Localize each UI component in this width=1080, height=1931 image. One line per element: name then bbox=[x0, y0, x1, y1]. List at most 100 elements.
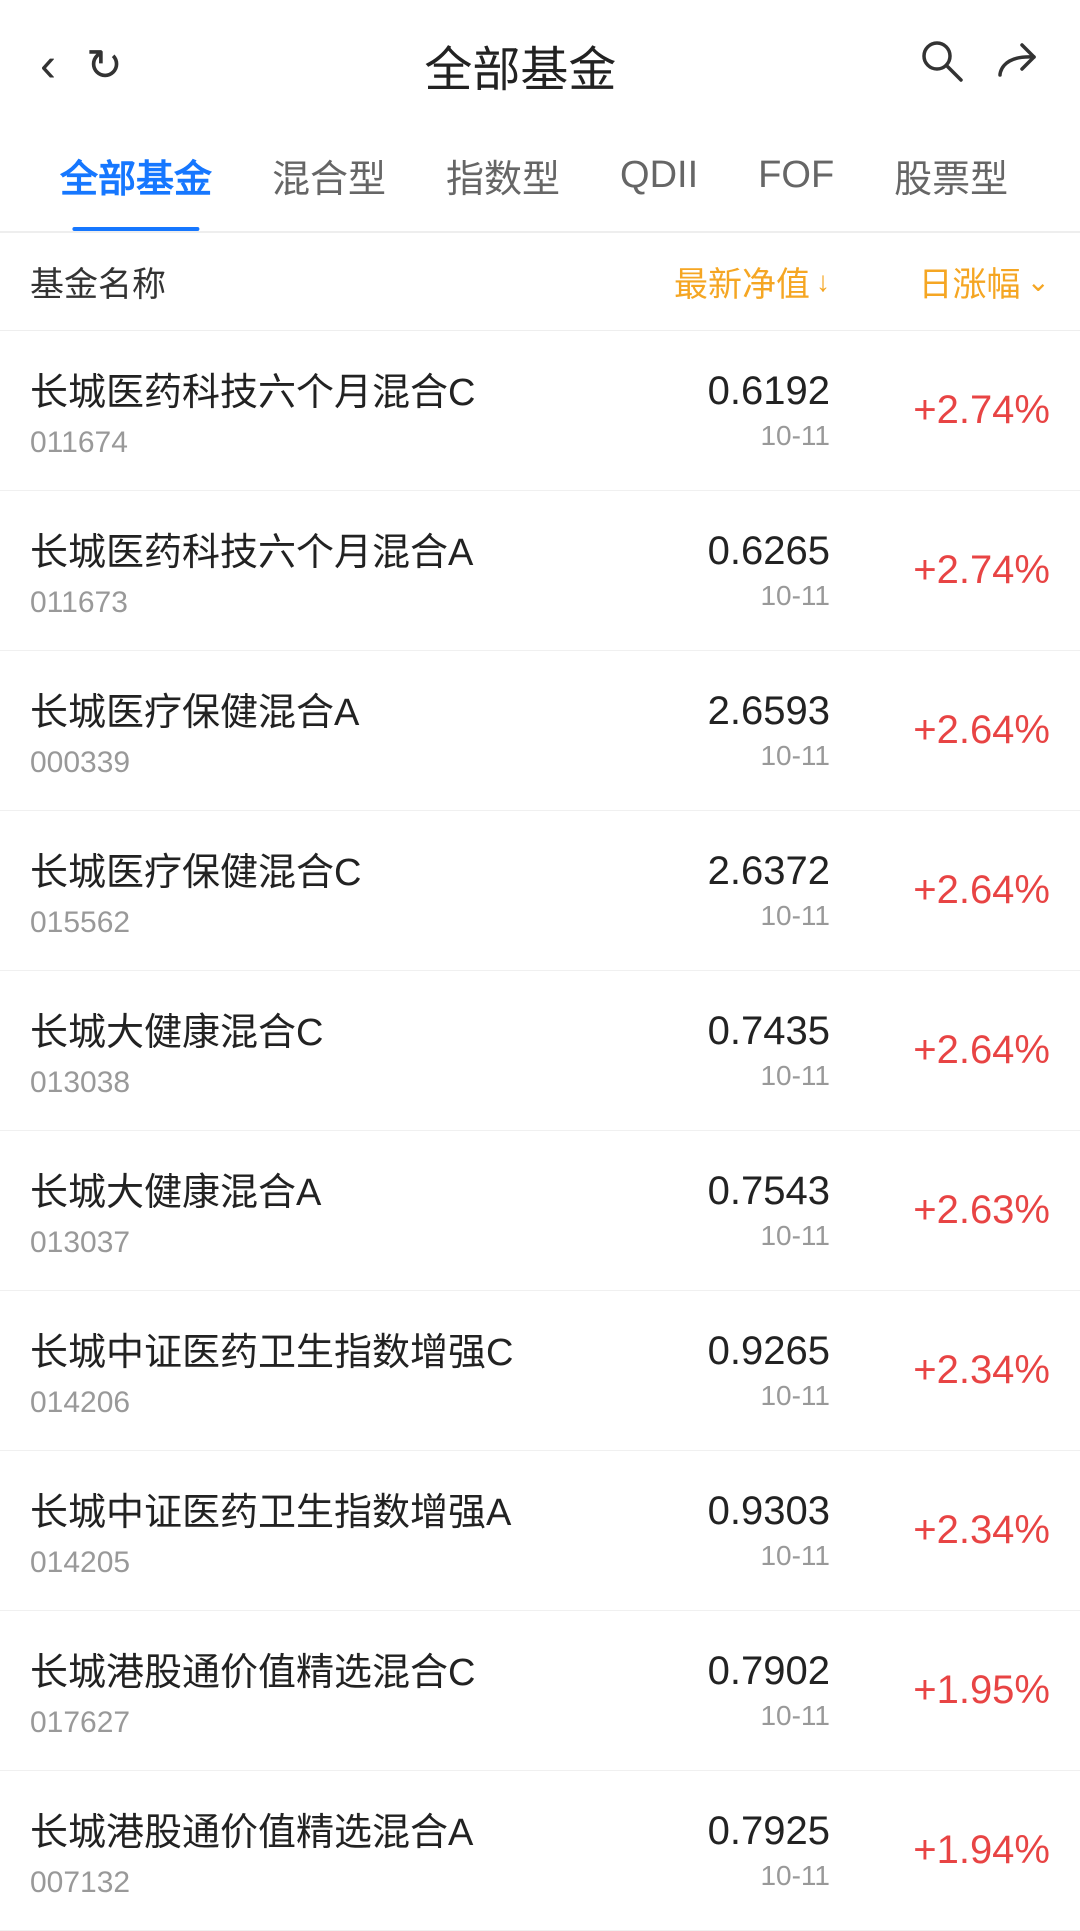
fund-info: 长城大健康混合C 013038 bbox=[30, 1001, 570, 1100]
nav-left: ‹ ↻ bbox=[40, 38, 123, 93]
fund-nav-date: 10-11 bbox=[570, 740, 830, 772]
fund-info: 长城医疗保健混合A 000339 bbox=[30, 681, 570, 780]
fund-info: 长城港股通价值精选混合A 007132 bbox=[30, 1801, 570, 1900]
fund-info: 长城医药科技六个月混合C 011674 bbox=[30, 361, 570, 460]
table-row[interactable]: 长城中证医药卫生指数增强C 014206 0.9265 10-11 +2.34% bbox=[0, 1291, 1080, 1451]
tab-fof[interactable]: FOF bbox=[728, 126, 864, 225]
fund-change-col: +2.34% bbox=[830, 1508, 1050, 1553]
fund-nav-col: 0.7925 10-11 bbox=[570, 1809, 830, 1892]
fund-change: +2.63% bbox=[913, 1188, 1050, 1232]
tab-all[interactable]: 全部基金 bbox=[30, 120, 242, 231]
table-row[interactable]: 长城医疗保健混合C 015562 2.6372 10-11 +2.64% bbox=[0, 811, 1080, 971]
table-row[interactable]: 长城医疗保健混合A 000339 2.6593 10-11 +2.64% bbox=[0, 651, 1080, 811]
share-icon[interactable] bbox=[994, 37, 1040, 94]
tab-index[interactable]: 指数型 bbox=[416, 120, 590, 231]
col-nav-header[interactable]: 最新净值 ↓ bbox=[570, 257, 830, 306]
tab-bar: 全部基金 混合型 指数型 QDII FOF 股票型 bbox=[0, 120, 1080, 233]
fund-nav-value: 0.7925 bbox=[570, 1809, 830, 1854]
fund-nav-date: 10-11 bbox=[570, 1540, 830, 1572]
fund-nav-col: 0.9303 10-11 bbox=[570, 1489, 830, 1572]
fund-change-col: +2.63% bbox=[830, 1188, 1050, 1233]
back-icon[interactable]: ‹ bbox=[40, 38, 56, 93]
page-title: 全部基金 bbox=[123, 30, 918, 100]
fund-change: +1.95% bbox=[913, 1668, 1050, 1712]
fund-nav-value: 0.7543 bbox=[570, 1169, 830, 1214]
fund-code: 017627 bbox=[30, 1706, 570, 1740]
nav-sort-icon: ↓ bbox=[816, 266, 830, 298]
table-row[interactable]: 长城港股通价值精选混合C 017627 0.7902 10-11 +1.95% bbox=[0, 1611, 1080, 1771]
fund-nav-col: 0.6192 10-11 bbox=[570, 369, 830, 452]
fund-nav-value: 2.6372 bbox=[570, 849, 830, 894]
fund-name: 长城中证医药卫生指数增强C bbox=[30, 1321, 570, 1376]
fund-name: 长城大健康混合A bbox=[30, 1161, 570, 1216]
search-icon[interactable] bbox=[918, 37, 964, 94]
fund-code: 014205 bbox=[30, 1546, 570, 1580]
fund-name: 长城医药科技六个月混合A bbox=[30, 521, 570, 576]
table-row[interactable]: 长城港股通价值精选混合A 007132 0.7925 10-11 +1.94% bbox=[0, 1771, 1080, 1931]
fund-info: 长城中证医药卫生指数增强A 014205 bbox=[30, 1481, 570, 1580]
fund-name: 长城医药科技六个月混合C bbox=[30, 361, 570, 416]
fund-change: +2.74% bbox=[913, 388, 1050, 432]
fund-change: +2.74% bbox=[913, 548, 1050, 592]
fund-nav-col: 0.7902 10-11 bbox=[570, 1649, 830, 1732]
fund-change-col: +2.64% bbox=[830, 1028, 1050, 1073]
fund-change-col: +2.64% bbox=[830, 868, 1050, 913]
fund-nav-col: 0.6265 10-11 bbox=[570, 529, 830, 612]
fund-nav-col: 0.7543 10-11 bbox=[570, 1169, 830, 1252]
fund-name: 长城大健康混合C bbox=[30, 1001, 570, 1056]
tab-stock[interactable]: 股票型 bbox=[864, 120, 1038, 231]
table-row[interactable]: 长城中证医药卫生指数增强A 014205 0.9303 10-11 +2.34% bbox=[0, 1451, 1080, 1611]
fund-info: 长城中证医药卫生指数增强C 014206 bbox=[30, 1321, 570, 1420]
fund-nav-col: 2.6372 10-11 bbox=[570, 849, 830, 932]
fund-nav-value: 0.7435 bbox=[570, 1009, 830, 1054]
fund-change: +2.34% bbox=[913, 1508, 1050, 1552]
tab-mixed[interactable]: 混合型 bbox=[242, 120, 416, 231]
fund-nav-col: 2.6593 10-11 bbox=[570, 689, 830, 772]
table-row[interactable]: 长城医药科技六个月混合C 011674 0.6192 10-11 +2.74% bbox=[0, 331, 1080, 491]
change-sort-icon: ⌄ bbox=[1027, 265, 1050, 298]
fund-code: 007132 bbox=[30, 1866, 570, 1900]
fund-code: 015562 bbox=[30, 906, 570, 940]
fund-code: 000339 bbox=[30, 746, 570, 780]
fund-info: 长城港股通价值精选混合C 017627 bbox=[30, 1641, 570, 1740]
fund-change-col: +2.34% bbox=[830, 1348, 1050, 1393]
fund-name: 长城港股通价值精选混合A bbox=[30, 1801, 570, 1856]
table-header: 基金名称 最新净值 ↓ 日涨幅 ⌄ bbox=[0, 233, 1080, 331]
fund-code: 013038 bbox=[30, 1066, 570, 1100]
fund-change: +1.94% bbox=[913, 1828, 1050, 1872]
nav-bar: ‹ ↻ 全部基金 bbox=[0, 0, 1080, 120]
fund-name: 长城医疗保健混合C bbox=[30, 841, 570, 896]
fund-name: 长城医疗保健混合A bbox=[30, 681, 570, 736]
fund-nav-date: 10-11 bbox=[570, 1860, 830, 1892]
col-name-header: 基金名称 bbox=[30, 257, 570, 306]
fund-nav-value: 2.6593 bbox=[570, 689, 830, 734]
fund-change-col: +1.94% bbox=[830, 1828, 1050, 1873]
fund-nav-value: 0.6265 bbox=[570, 529, 830, 574]
table-row[interactable]: 长城大健康混合C 013038 0.7435 10-11 +2.64% bbox=[0, 971, 1080, 1131]
fund-name: 长城中证医药卫生指数增强A bbox=[30, 1481, 570, 1536]
fund-nav-date: 10-11 bbox=[570, 1380, 830, 1412]
nav-right bbox=[918, 37, 1040, 94]
tab-qdii[interactable]: QDII bbox=[590, 126, 728, 225]
fund-list: 长城医药科技六个月混合C 011674 0.6192 10-11 +2.74% … bbox=[0, 331, 1080, 1931]
refresh-icon[interactable]: ↻ bbox=[86, 40, 123, 91]
fund-code: 011673 bbox=[30, 586, 570, 620]
fund-code: 014206 bbox=[30, 1386, 570, 1420]
fund-info: 长城医药科技六个月混合A 011673 bbox=[30, 521, 570, 620]
fund-nav-value: 0.9265 bbox=[570, 1329, 830, 1374]
fund-info: 长城大健康混合A 013037 bbox=[30, 1161, 570, 1260]
fund-code: 013037 bbox=[30, 1226, 570, 1260]
fund-change-col: +2.64% bbox=[830, 708, 1050, 753]
fund-code: 011674 bbox=[30, 426, 570, 460]
table-row[interactable]: 长城大健康混合A 013037 0.7543 10-11 +2.63% bbox=[0, 1131, 1080, 1291]
fund-nav-col: 0.7435 10-11 bbox=[570, 1009, 830, 1092]
fund-nav-date: 10-11 bbox=[570, 1700, 830, 1732]
col-change-header[interactable]: 日涨幅 ⌄ bbox=[830, 257, 1050, 306]
fund-change: +2.64% bbox=[913, 708, 1050, 752]
fund-nav-col: 0.9265 10-11 bbox=[570, 1329, 830, 1412]
table-row[interactable]: 长城医药科技六个月混合A 011673 0.6265 10-11 +2.74% bbox=[0, 491, 1080, 651]
fund-change-col: +1.95% bbox=[830, 1668, 1050, 1713]
fund-info: 长城医疗保健混合C 015562 bbox=[30, 841, 570, 940]
fund-nav-value: 0.6192 bbox=[570, 369, 830, 414]
fund-nav-value: 0.7902 bbox=[570, 1649, 830, 1694]
